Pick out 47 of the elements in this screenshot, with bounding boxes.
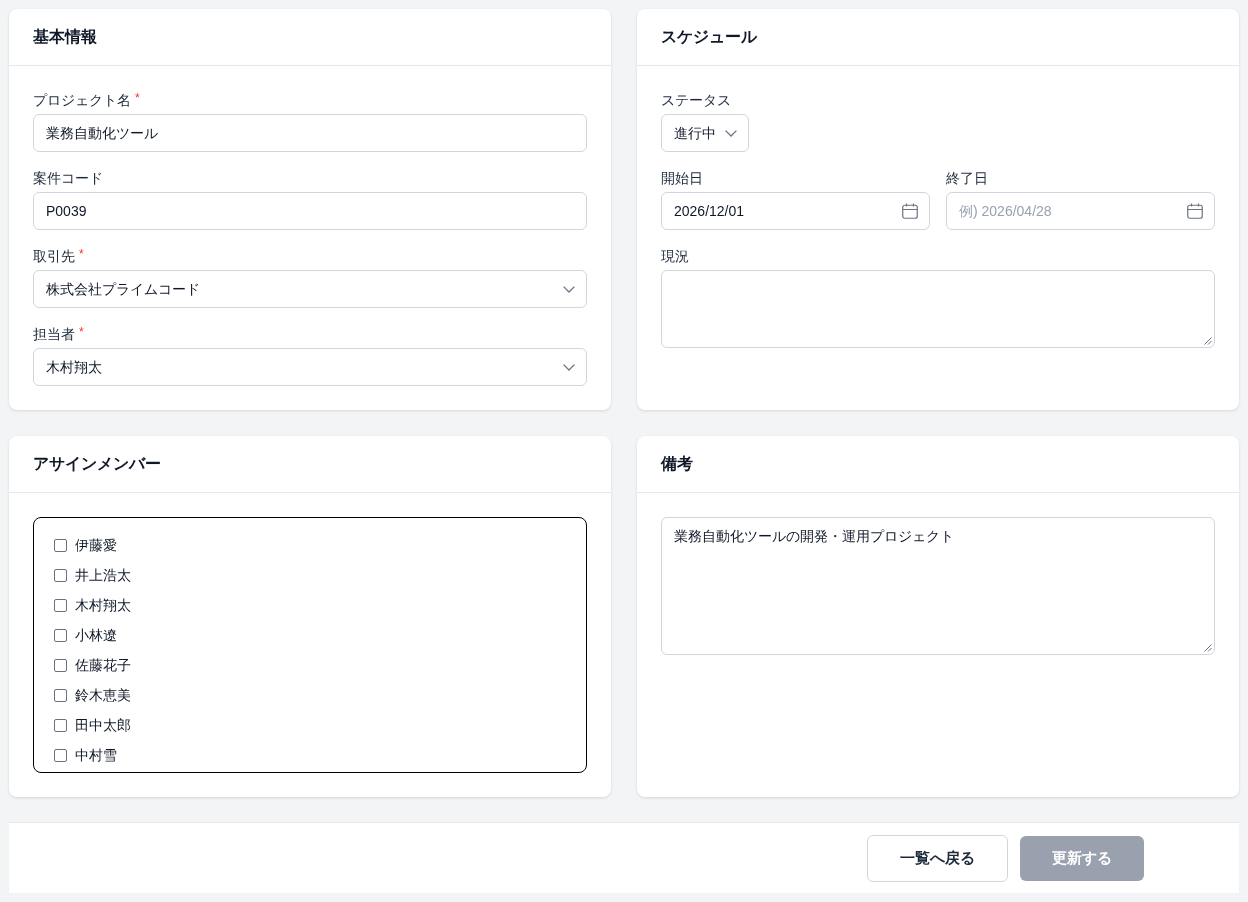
checkbox[interactable] <box>54 598 67 612</box>
select-field[interactable]: 木村翔太 <box>33 348 587 386</box>
resize-grip-icon[interactable] <box>1204 337 1212 345</box>
required-asterisk: * <box>79 246 84 262</box>
text-input[interactable]: 業務自動化ツール <box>33 114 587 152</box>
date-input[interactable]: 2026/12/01 <box>661 192 930 230</box>
member-name: 佐藤花子 <box>75 656 131 675</box>
select-field[interactable]: 株式会社プライムコード <box>33 270 587 308</box>
field-label: 現況 <box>661 247 689 266</box>
resize-grip-icon[interactable] <box>1204 644 1212 652</box>
chevron-down-icon <box>563 285 575 293</box>
textarea-field[interactable] <box>661 270 1215 348</box>
field-label: 終了日 <box>946 169 988 188</box>
back-button[interactable]: 一覧へ戻る <box>867 834 1008 882</box>
field-label: 取引先 <box>33 247 75 266</box>
calendar-icon[interactable] <box>902 203 918 219</box>
member-name: 中村雪 <box>75 746 117 765</box>
card-title: アサインメンバー <box>33 454 161 474</box>
member-name: 伊藤愛 <box>75 536 117 555</box>
textarea-field[interactable]: 業務自動化ツールの開発・運用プロジェクト <box>661 517 1215 655</box>
field-label: 案件コード <box>33 169 103 188</box>
status-select[interactable]: 進行中 <box>661 114 749 152</box>
required-asterisk: * <box>135 90 140 106</box>
checkbox[interactable] <box>54 628 67 642</box>
member-name: 木村翔太 <box>75 596 131 615</box>
member-name: 鈴木恵美 <box>75 686 131 705</box>
field-label: 開始日 <box>661 169 703 188</box>
chevron-down-icon <box>563 363 575 371</box>
member-name: 小林遼 <box>75 626 117 645</box>
checkbox[interactable] <box>54 538 67 552</box>
checkbox[interactable] <box>54 688 67 702</box>
field-label: 担当者 <box>33 325 75 344</box>
required-asterisk: * <box>79 324 84 340</box>
calendar-icon[interactable] <box>1187 203 1203 219</box>
checkbox[interactable] <box>54 568 67 582</box>
field-label: プロジェクト名 <box>33 91 131 110</box>
text-input[interactable]: P0039 <box>33 192 587 230</box>
card-title: スケジュール <box>661 27 757 47</box>
card-title: 備考 <box>661 454 693 474</box>
card-title: 基本情報 <box>33 27 97 47</box>
checkbox[interactable] <box>54 658 67 672</box>
checkbox[interactable] <box>54 718 67 732</box>
member-name: 田中太郎 <box>75 716 131 735</box>
member-name: 井上浩太 <box>75 566 131 585</box>
checkbox[interactable] <box>54 748 67 762</box>
field-label: ステータス <box>661 91 731 110</box>
chevron-down-icon <box>725 129 737 137</box>
